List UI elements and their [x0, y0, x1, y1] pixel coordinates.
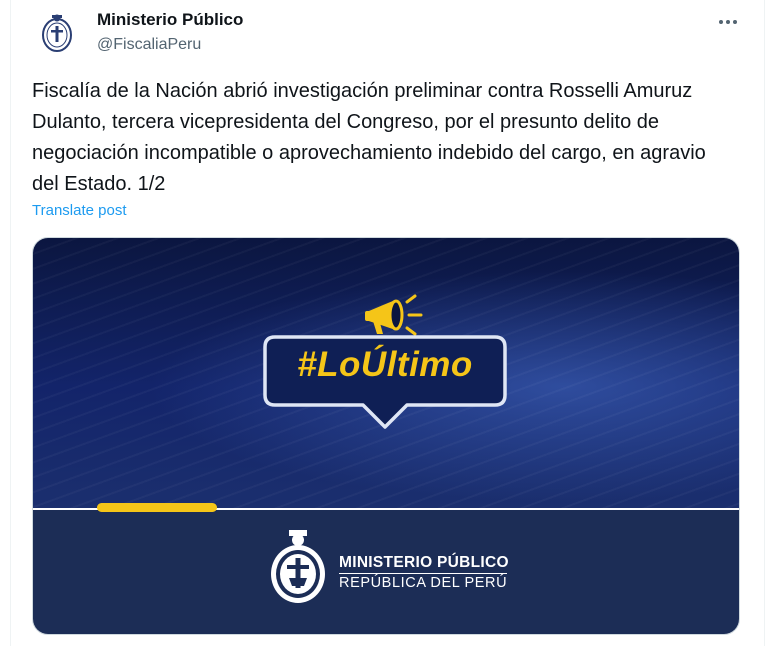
ministerio-publico-seal-icon: [271, 530, 325, 603]
org-name: MINISTERIO PÚBLICO: [339, 554, 509, 571]
org-subtitle: REPÚBLICA DEL PERÚ: [339, 573, 508, 591]
more-horizontal-icon: [719, 20, 723, 24]
speech-bubble: #LoÚltimo: [261, 333, 509, 453]
translate-post-link[interactable]: Translate post: [32, 202, 127, 219]
author-handle[interactable]: @FiscaliaPeru: [97, 36, 201, 54]
author-name[interactable]: Ministerio Público: [97, 10, 243, 30]
seal-icon: [42, 14, 72, 52]
tweet-media-image[interactable]: #LoÚltimo MINISTERIO PÚBLICO REPÚBLICA D…: [32, 237, 740, 635]
more-options-button[interactable]: [712, 10, 744, 34]
accent-bar: [97, 503, 217, 512]
tweet-text: Fiscalía de la Nación abrió investigació…: [32, 80, 706, 195]
hashtag-label: #LoÚltimo: [297, 345, 473, 384]
avatar[interactable]: [36, 12, 78, 54]
